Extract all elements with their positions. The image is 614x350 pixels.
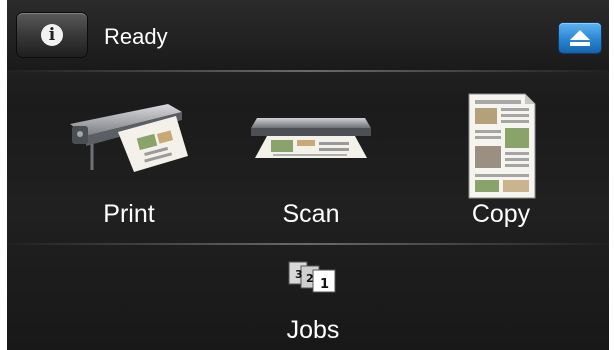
copy-label: Copy bbox=[471, 200, 531, 228]
status-bar: i Ready bbox=[7, 0, 609, 70]
eject-button[interactable] bbox=[559, 23, 601, 53]
info-button[interactable]: i bbox=[17, 13, 87, 57]
copy-document-icon bbox=[468, 93, 536, 199]
printer-control-panel: i Ready Print Scan Copy 3 2 1 Jobs bbox=[7, 0, 609, 350]
scan-label: Scan bbox=[282, 200, 340, 228]
jobs-label: Jobs bbox=[286, 316, 340, 344]
scanner-icon bbox=[251, 118, 371, 158]
print-label: Print bbox=[103, 200, 155, 228]
svg-text:1: 1 bbox=[320, 277, 329, 292]
info-icon: i bbox=[41, 24, 63, 46]
jobs-tile[interactable]: 3 2 1 Jobs bbox=[248, 252, 378, 348]
eject-icon bbox=[570, 30, 590, 46]
divider bbox=[7, 243, 609, 245]
scan-tile[interactable]: Scan bbox=[229, 78, 393, 238]
status-text: Ready bbox=[104, 24, 168, 49]
print-tile[interactable]: Print bbox=[47, 78, 211, 238]
svg-text:2: 2 bbox=[306, 272, 314, 285]
divider bbox=[7, 70, 609, 72]
svg-text:3: 3 bbox=[295, 268, 303, 281]
copy-tile[interactable]: Copy bbox=[419, 78, 583, 238]
large-format-printer-icon bbox=[70, 104, 188, 172]
job-queue-icon: 3 2 1 bbox=[288, 261, 336, 293]
